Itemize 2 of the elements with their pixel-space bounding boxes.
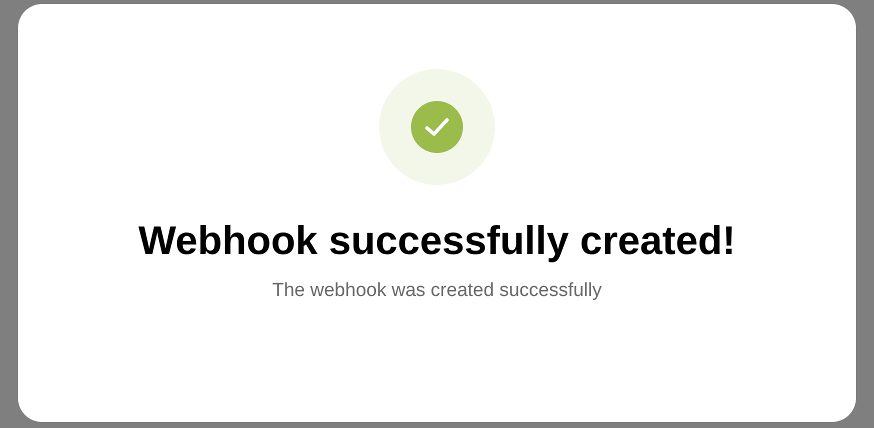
dialog-message: The webhook was created successfully bbox=[272, 279, 602, 303]
dialog-title: Webhook successfully created! bbox=[138, 218, 736, 265]
